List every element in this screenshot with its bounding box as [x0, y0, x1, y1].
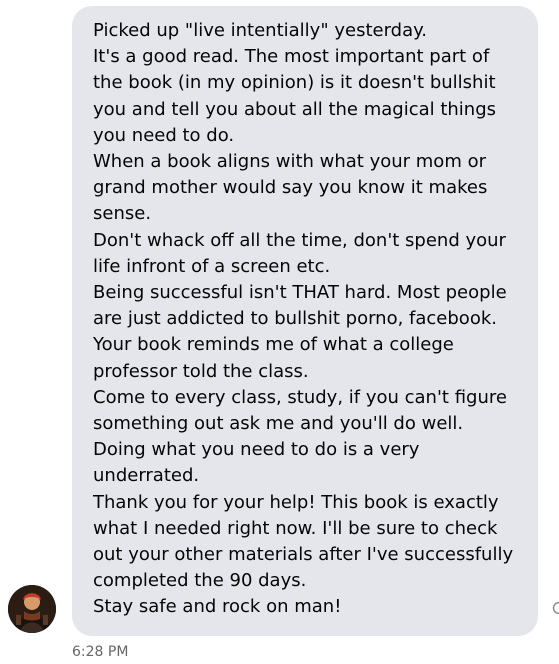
message-line: underrated.: [93, 465, 200, 487]
message-line: Stay safe and rock on man!: [93, 596, 342, 618]
message-line: you need to do.: [93, 124, 235, 146]
message-line: Your book reminds me of what a college: [93, 334, 454, 356]
message-line: professor told the class.: [93, 360, 309, 382]
message-line: grand mother would say you know it makes: [93, 177, 488, 199]
message-line: Being successful isn't THAT hard. Most p…: [93, 282, 507, 304]
message-line: out your other materials after I've succ…: [93, 544, 514, 566]
chat-thread: Picked up "live intentially" yesterday. …: [0, 0, 559, 664]
message-line: Picked up "live intentially" yesterday.: [93, 20, 427, 41]
message-line: Come to every class, study, if you can't…: [93, 386, 507, 408]
message-line: When a book aligns with what your mom or: [93, 151, 486, 173]
message-line: the book (in my opinion) is it doesn't b…: [93, 72, 496, 94]
message-timestamp: 6:28 PM: [72, 644, 129, 660]
message-bubble[interactable]: Picked up "live intentially" yesterday. …: [72, 6, 538, 636]
sender-avatar[interactable]: [8, 585, 56, 633]
message-line: what I needed right now. I'll be sure to…: [93, 517, 498, 539]
message-line: sense.: [93, 203, 152, 225]
react-icon[interactable]: [552, 600, 559, 614]
message-line: completed the 90 days.: [93, 570, 307, 592]
message-line: are just addicted to bullshit porno, fac…: [93, 308, 497, 330]
message-line: you and tell you about all the magical t…: [93, 98, 497, 120]
message-line: something out ask me and you'll do well.: [93, 413, 464, 435]
message-line: It's a good read. The most important par…: [93, 46, 490, 68]
message-line: Don't whack off all the time, don't spen…: [93, 229, 506, 251]
message-line: life infront of a screen etc.: [93, 255, 331, 277]
message-line: Doing what you need to do is a very: [93, 439, 420, 461]
message-line: Thank you for your help! This book is ex…: [93, 491, 499, 513]
avatar-photo: [8, 585, 56, 633]
